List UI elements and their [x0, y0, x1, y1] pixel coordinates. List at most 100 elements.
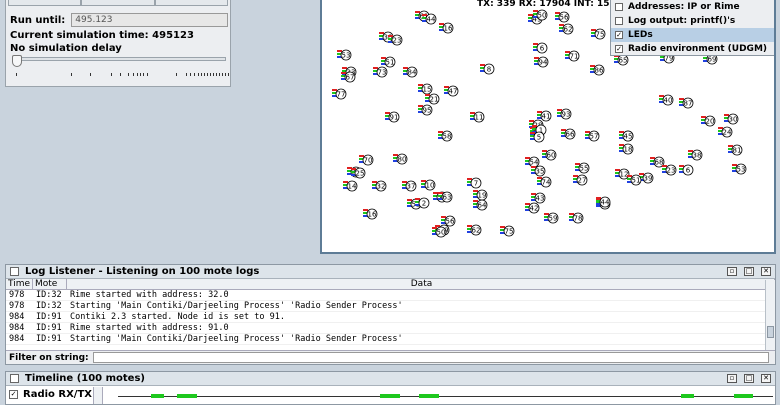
mote[interactable]: 51: [627, 174, 642, 186]
mote[interactable]: 16: [439, 22, 454, 34]
filter-input[interactable]: [92, 352, 769, 363]
checkbox-icon[interactable]: ✓: [9, 390, 18, 399]
view-menu-item[interactable]: ✓ Radio environment (UDGM): [611, 42, 774, 56]
mote[interactable]: 27: [573, 174, 588, 186]
mote[interactable]: 21: [425, 93, 440, 105]
checkbox-icon[interactable]: [615, 3, 623, 11]
mote[interactable]: 20: [701, 115, 716, 127]
mote[interactable]: 23: [662, 164, 677, 176]
mote[interactable]: 87: [679, 97, 694, 109]
mote[interactable]: 75: [591, 28, 606, 40]
column-time[interactable]: Time: [6, 279, 33, 289]
mote[interactable]: 84: [403, 66, 418, 78]
mote[interactable]: 5: [530, 131, 545, 143]
mote[interactable]: 70: [359, 154, 374, 166]
mote[interactable]: 56: [441, 215, 456, 227]
mote[interactable]: 37: [402, 180, 417, 192]
step-button[interactable]: [154, 0, 228, 6]
mote[interactable]: 50: [432, 226, 447, 238]
close-icon[interactable]: ✕: [761, 374, 771, 383]
mote[interactable]: 64: [473, 199, 488, 211]
mote[interactable]: 44: [422, 13, 437, 25]
mote[interactable]: 51: [381, 56, 396, 68]
mote[interactable]: 68: [650, 156, 665, 168]
log-row[interactable]: 978 ID:32 Rime started with address: 32.0: [6, 290, 775, 301]
column-data[interactable]: Data: [67, 279, 775, 289]
mote[interactable]: 32: [372, 180, 387, 192]
mote[interactable]: 93: [557, 108, 572, 120]
mote[interactable]: 6: [533, 42, 548, 54]
mote[interactable]: 74: [537, 176, 552, 188]
mote[interactable]: 59: [544, 212, 559, 224]
radio-rxtx-toggle[interactable]: ✓ Radio RX/TX: [9, 389, 92, 400]
mote[interactable]: 7: [467, 177, 482, 189]
mote[interactable]: 35: [531, 165, 546, 177]
checkbox-icon[interactable]: ✓: [615, 31, 623, 39]
mote[interactable]: 19: [473, 189, 488, 201]
mote[interactable]: 40: [659, 94, 674, 106]
column-mote[interactable]: Mote: [33, 279, 67, 289]
minimize-icon[interactable]: ▫: [727, 267, 737, 276]
timeline-track[interactable]: [118, 396, 773, 397]
timeline-titlebar[interactable]: Timeline (100 motes) ▫ □ ✕: [6, 372, 775, 386]
view-menu-item[interactable]: ✓ LEDs: [611, 28, 774, 42]
slider-thumb-icon[interactable]: [12, 55, 22, 67]
mote[interactable]: 24: [718, 126, 733, 138]
checkbox-icon[interactable]: ✓: [615, 45, 623, 53]
mote[interactable]: 38: [688, 149, 703, 161]
pause-button[interactable]: [81, 0, 155, 6]
mote[interactable]: 54: [525, 156, 540, 168]
checkbox-icon[interactable]: [10, 267, 19, 276]
mote[interactable]: 8: [480, 63, 495, 75]
mote[interactable]: 67: [341, 71, 356, 83]
mote[interactable]: 23: [388, 34, 403, 46]
start-button[interactable]: [8, 0, 82, 6]
mote[interactable]: 86: [590, 64, 605, 76]
mote[interactable]: 10: [421, 179, 436, 191]
maximize-icon[interactable]: □: [744, 267, 754, 276]
mote[interactable]: 95: [418, 104, 433, 116]
log-scrollbar[interactable]: [765, 280, 775, 350]
mote[interactable]: 14: [343, 180, 358, 192]
log-row[interactable]: 984 ID:91 Rime started with address: 91.0: [6, 323, 775, 334]
log-row[interactable]: 978 ID:32 Starting 'Main Contiki/Darjeelin…: [6, 301, 775, 312]
mote[interactable]: 60: [542, 149, 557, 161]
mote[interactable]: 66: [561, 128, 576, 140]
mote[interactable]: 47: [444, 85, 459, 97]
mote[interactable]: 81: [728, 144, 743, 156]
mote[interactable]: 15: [418, 83, 433, 95]
mote[interactable]: 57: [585, 130, 600, 142]
scroll-thumb[interactable]: [767, 326, 774, 338]
mote[interactable]: 18: [619, 143, 634, 155]
mote[interactable]: 53: [732, 163, 747, 175]
mote[interactable]: 43: [531, 192, 546, 204]
close-icon[interactable]: ✕: [761, 267, 771, 276]
checkbox-icon[interactable]: [615, 17, 623, 25]
mote[interactable]: 78: [569, 212, 584, 224]
log-row[interactable]: 984 ID:91 Starting 'Main Contiki/Darjeelin…: [6, 334, 775, 345]
mote[interactable]: 65: [614, 54, 629, 66]
checkbox-icon[interactable]: [10, 374, 19, 383]
mote[interactable]: 62: [559, 23, 574, 35]
log-titlebar[interactable]: Log Listener - Listening on 100 mote log…: [6, 265, 775, 279]
timeline-scrollbar[interactable]: [93, 387, 103, 404]
mote[interactable]: 77: [332, 88, 347, 100]
mote[interactable]: 75: [500, 225, 515, 237]
mote[interactable]: 56: [555, 11, 570, 23]
mote[interactable]: 45: [619, 130, 634, 142]
mote[interactable]: 42: [525, 202, 540, 214]
mote[interactable]: 62: [467, 224, 482, 236]
minimize-icon[interactable]: ▫: [727, 374, 737, 383]
mote[interactable]: 11: [470, 111, 485, 123]
maximize-icon[interactable]: □: [744, 374, 754, 383]
mote[interactable]: 55: [575, 162, 590, 174]
log-row[interactable]: 984 ID:91 Contiki 2.3 started. Node id is …: [6, 312, 775, 323]
mote[interactable]: 94: [534, 56, 549, 68]
mote[interactable]: 41: [537, 110, 552, 122]
mote[interactable]: 30: [724, 113, 739, 125]
mote[interactable]: 91: [385, 111, 400, 123]
view-menu-item[interactable]: Addresses: IP or Rime: [611, 0, 774, 14]
mote[interactable]: 71: [565, 50, 580, 62]
view-menu-item[interactable]: Log output: printf()'s: [611, 14, 774, 28]
mote[interactable]: 16: [363, 208, 378, 220]
